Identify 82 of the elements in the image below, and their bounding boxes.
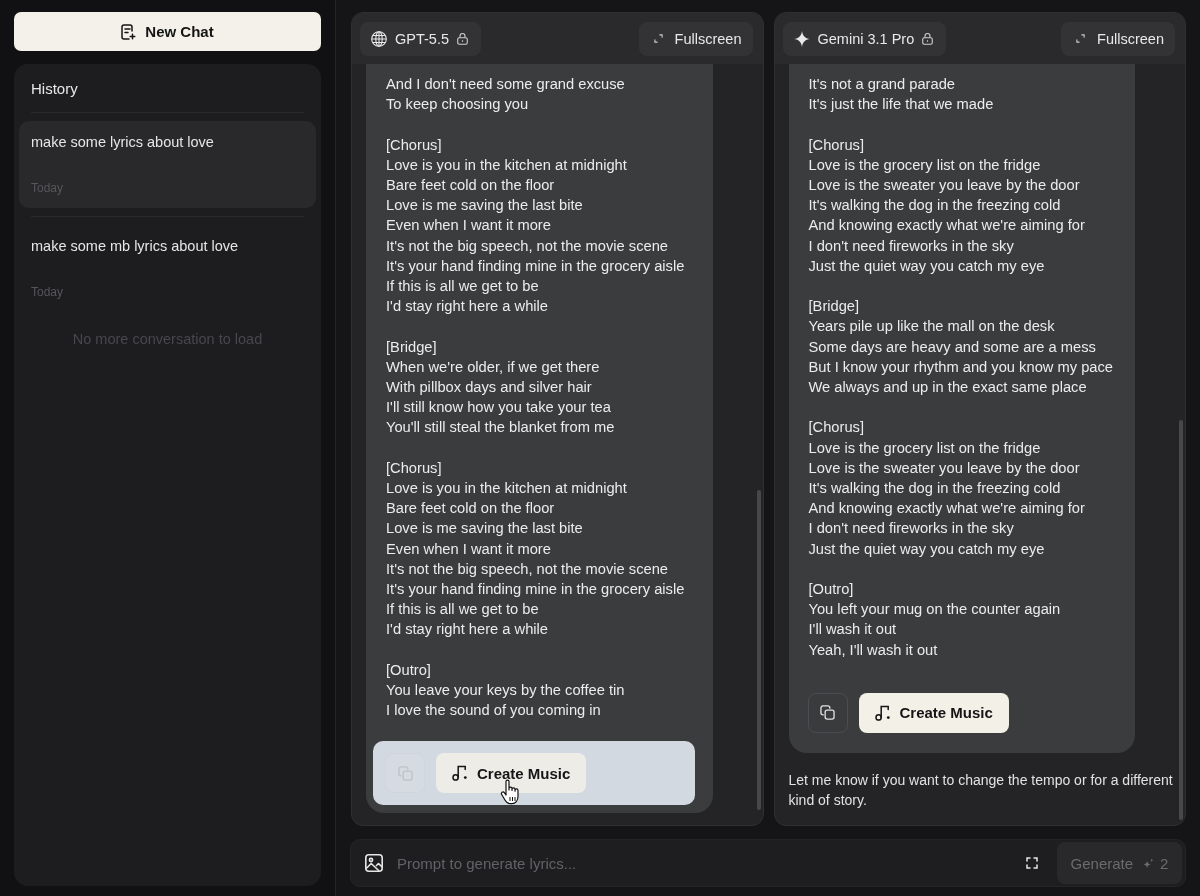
lyric-line: It's not a grand parade: [808, 75, 956, 94]
lyric-line: Love is me saving the last bite: [386, 519, 583, 539]
lyric-line: Some days are heavy and some are a mess: [808, 337, 1096, 357]
lyric-line: If this is all we get to be: [386, 277, 539, 296]
globe-icon: [371, 30, 387, 47]
lyric-line: [Outro]: [808, 580, 854, 599]
create-music-button[interactable]: Create Music: [436, 753, 587, 794]
lyric-line: Years pile up like the mall on the desk: [808, 317, 1055, 337]
lyric-line: Love is you in the kitchen at midnight: [386, 479, 627, 498]
history-item[interactable]: make some mb lyrics about love Today: [19, 225, 316, 312]
chat-title: make some lyrics about love: [31, 133, 214, 151]
lyric-line: It's just the life that we made: [808, 95, 994, 115]
fullscreen-button[interactable]: Fullscreen: [1061, 21, 1175, 56]
scrollbar-thumb[interactable]: [756, 490, 761, 810]
scrollbar-thumb[interactable]: [1179, 420, 1183, 820]
lyric-line: And knowing exactly what we're aiming for: [808, 499, 1085, 519]
image-icon[interactable]: [365, 854, 383, 872]
lyric-line: [Chorus]: [808, 135, 864, 155]
lyric-line: [Bridge]: [808, 297, 860, 317]
chat-title: make some mb lyrics about love: [31, 237, 239, 255]
lyric-line: It's your hand finding mine in the grocery aisle: [386, 256, 685, 276]
lyric-line: Bare feet cold on the floor: [386, 176, 555, 195]
music-note-icon: [874, 704, 891, 721]
pointer-cursor-icon: [500, 779, 520, 806]
music-note-icon: [452, 765, 468, 782]
copy-icon: [820, 705, 835, 721]
sparkle-icon: [793, 30, 810, 47]
create-music-button[interactable]: Create Music: [858, 692, 1009, 733]
expand-icon[interactable]: [1026, 857, 1038, 869]
sparkle-icon: [1143, 857, 1155, 869]
lyric-line: Love is the grocery list on the fridge: [808, 438, 1041, 458]
lyric-line: [Chorus]: [386, 458, 442, 478]
lyric-line: Love is the sweater you leave by the door: [808, 458, 1080, 478]
lyric-line: It's walking the dog in the freezing cold: [808, 479, 1061, 498]
copy-button[interactable]: [807, 692, 848, 733]
lyric-line: It's walking the dog in the freezing cold: [808, 196, 1061, 216]
copy-icon: [397, 765, 413, 781]
lyric-line: It's your hand finding mine in the grocery aisle: [386, 580, 685, 600]
lyric-line: With pillbox days and silver hair: [386, 378, 592, 397]
lyric-line: Just the quiet way you catch my eye: [808, 256, 1045, 276]
fullscreen-button[interactable]: Fullscreen: [638, 21, 753, 56]
lyric-line: I'd stay right here a while: [386, 620, 548, 640]
lyric-line: To keep choosing you: [386, 95, 529, 115]
lyric-line: You'll still steal the blanket from me: [386, 418, 615, 438]
lyric-line: Love is the grocery list on the fridge: [808, 155, 1041, 175]
lyric-line: You left your mug on the counter again: [808, 600, 1061, 620]
lyric-line: I'll wash it out: [808, 620, 897, 640]
lyric-line: We always and up in the exact same place: [808, 378, 1087, 397]
lyric-line: And I don't need some grand excuse: [386, 75, 625, 94]
lyric-line: But I know your rhythm and you know my pace: [808, 357, 1113, 377]
lyric-line: I don't need fireworks in the sky: [808, 236, 1014, 256]
lyric-line: [Chorus]: [808, 418, 864, 438]
lyric-line: [Outro]: [386, 660, 431, 680]
lyric-line: It's not the big speech, not the movie scene: [386, 559, 669, 579]
closing-message: Let me know if you want to change the tempo or for a different kind of story.: [788, 770, 1174, 810]
expand-icon: [653, 34, 663, 43]
lyric-line: Love is the sweater you leave by the door: [808, 176, 1080, 195]
lyric-line: It's not the big speech, not the movie scene: [386, 236, 669, 256]
lyric-line: I'd stay right here a while: [386, 297, 548, 317]
lyric-line: Yeah, I'll wash it out: [808, 640, 938, 660]
lyric-line: [Bridge]: [386, 337, 437, 357]
lyric-line: You leave your keys by the coffee tin: [386, 681, 625, 701]
new-chat-button[interactable]: New Chat: [14, 12, 321, 51]
lyric-line: I'll still know how you take your tea: [386, 398, 611, 418]
lyric-line: Love is you in the kitchen at midnight: [386, 155, 627, 175]
lyric-line: I don't need fireworks in the sky: [808, 519, 1014, 539]
model-selector[interactable]: GPT-5.5: [360, 21, 481, 56]
lyric-line: [Chorus]: [386, 135, 442, 155]
expand-icon: [1076, 34, 1086, 43]
model-selector[interactable]: Gemini 3.1 Pro: [782, 21, 947, 56]
lyric-line: If this is all we get to be: [386, 600, 539, 620]
history-title: History: [30, 79, 79, 99]
lyric-line: I love the sound of you coming in: [386, 701, 601, 721]
lyric-line: And knowing exactly what we're aiming for: [808, 216, 1085, 236]
lyric-line: Even when I want it more: [386, 216, 551, 236]
lyric-line: Bare feet cold on the floor: [386, 499, 555, 519]
lyric-line: Just the quiet way you catch my eye: [808, 539, 1045, 559]
note-plus-icon: [121, 23, 137, 40]
chat-date: Today: [31, 284, 64, 300]
lyric-line: Love is me saving the last bite: [386, 196, 583, 216]
lyric-line: Even when I want it more: [386, 539, 551, 559]
lyric-line: When we're older, if we get there: [386, 357, 600, 377]
